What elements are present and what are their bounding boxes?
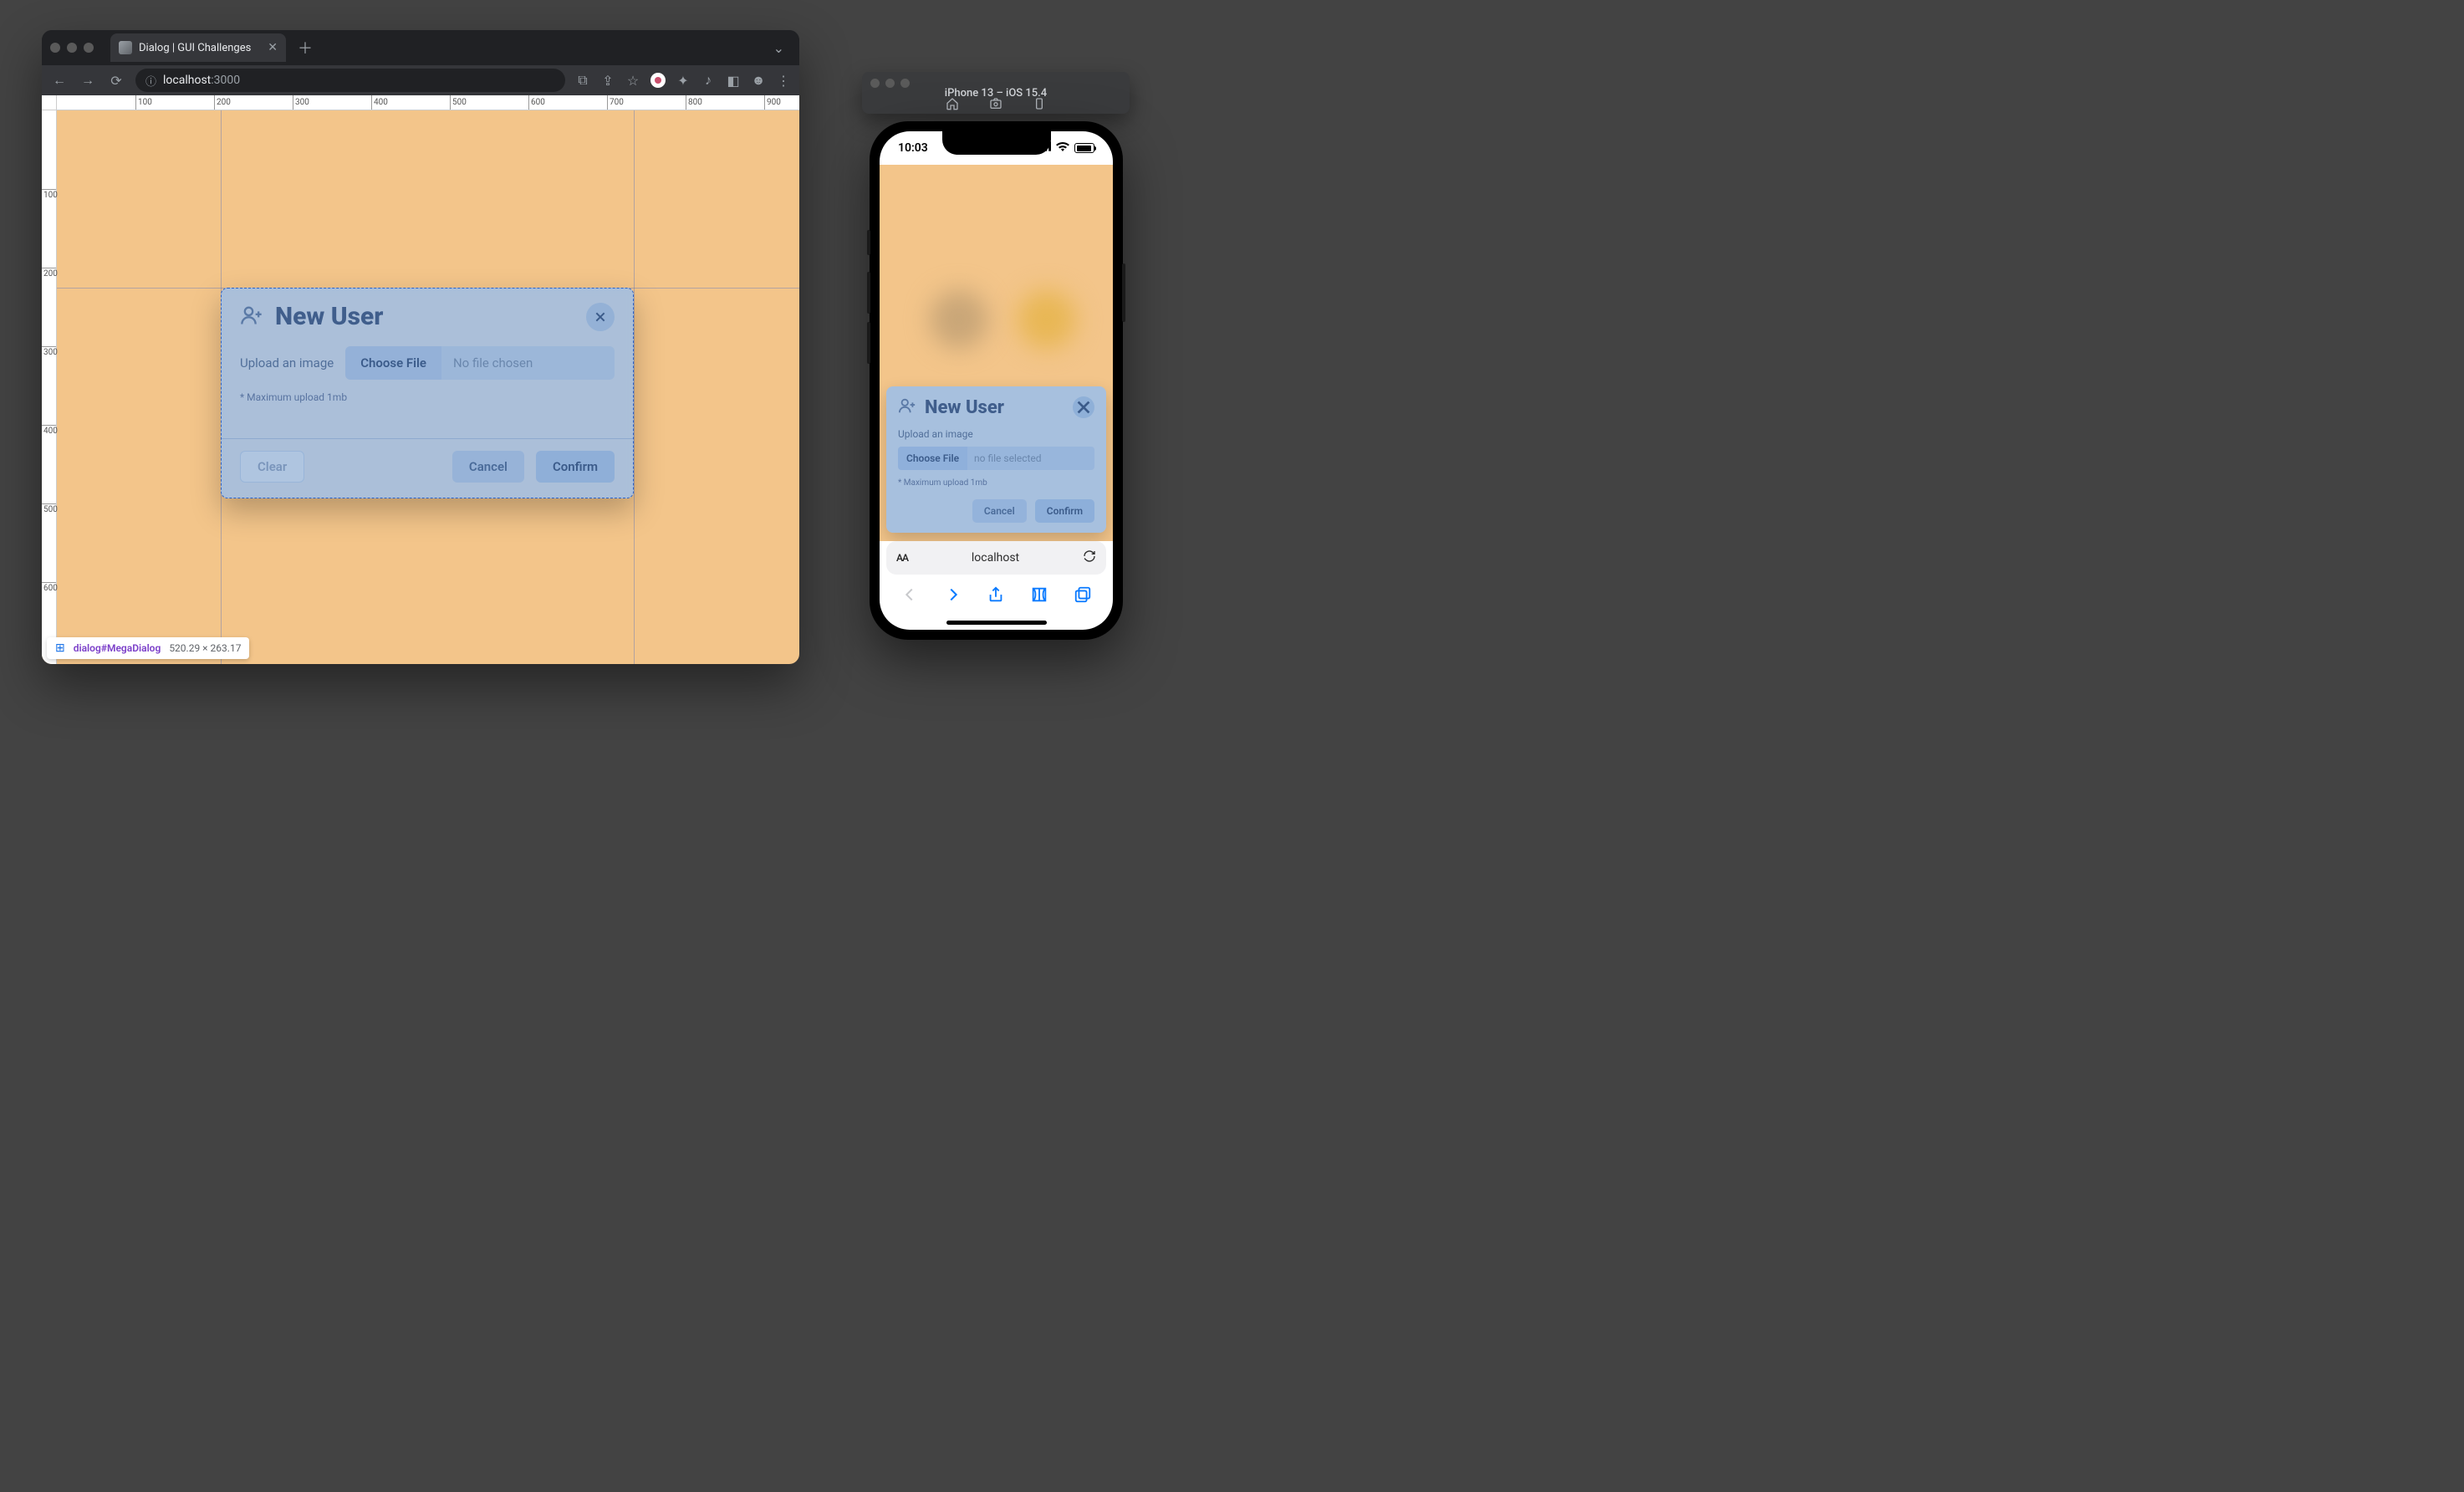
blur-blob	[1018, 290, 1076, 349]
dialog-close-button[interactable]	[586, 303, 615, 331]
side-button	[867, 230, 870, 255]
mobile-dialog-title: New User	[925, 397, 1004, 418]
window-controls[interactable]	[50, 43, 94, 53]
extensions-puzzle-icon[interactable]: ✦	[676, 73, 691, 88]
mobile-dialog: New User Upload an image Choose File no …	[886, 386, 1106, 533]
dialog-footer: Clear Cancel Confirm	[222, 438, 633, 498]
sim-max-dot[interactable]	[900, 79, 910, 88]
choose-file-button[interactable]: Choose File	[345, 346, 441, 380]
new-tab-button[interactable]: ＋	[293, 37, 318, 59]
panel-icon[interactable]: ◧	[726, 73, 741, 88]
upload-label: Upload an image	[240, 355, 334, 370]
ruler-horizontal: 100 200 300 400 500 600 700 800 900	[57, 95, 799, 110]
site-info-icon[interactable]: ⓘ	[145, 73, 156, 89]
clear-button[interactable]: Clear	[240, 451, 304, 483]
simulator-titlebar: iPhone 13 – iOS 15.4	[862, 72, 1130, 114]
blur-blob	[930, 290, 988, 349]
address-bar[interactable]: ⓘ localhost:3000	[135, 69, 565, 92]
mega-dialog: New User Upload an image Choose File No …	[221, 288, 634, 498]
mobile-dialog-header: New User	[898, 396, 1094, 418]
url-host: localhost	[163, 74, 211, 87]
safari-viewport: New User Upload an image Choose File no …	[880, 165, 1113, 541]
upload-hint: * Maximum upload 1mb	[240, 391, 615, 403]
cancel-button[interactable]: Cancel	[452, 451, 524, 483]
safari-address-bar[interactable]: AA localhost	[886, 541, 1106, 575]
dialog-header: New User	[222, 289, 633, 343]
safari-bookmarks-icon[interactable]	[1030, 585, 1048, 607]
tab-title: Dialog | GUI Challenges	[139, 42, 251, 54]
mobile-confirm-button[interactable]: Confirm	[1035, 499, 1094, 523]
safari-forward-icon[interactable]	[944, 585, 962, 607]
extension-icon[interactable]	[650, 73, 666, 88]
sim-min-dot[interactable]	[885, 79, 895, 88]
mobile-file-input[interactable]: Choose File no file selected	[898, 447, 1094, 470]
reload-button[interactable]: ⟳	[107, 73, 125, 89]
ruler-corner	[42, 95, 57, 110]
sim-close-dot[interactable]	[870, 79, 880, 88]
back-button[interactable]: ←	[50, 72, 69, 89]
safari-toolbar	[880, 578, 1113, 615]
profile-icon[interactable]: ☻	[751, 73, 766, 88]
ruler-vertical: 100 200 300 400 500 600	[42, 110, 57, 664]
safari-tabs-icon[interactable]	[1074, 585, 1092, 607]
star-icon[interactable]: ☆	[625, 73, 640, 88]
home-icon[interactable]	[946, 97, 959, 110]
battery-icon	[1074, 143, 1094, 153]
max-dot[interactable]	[84, 43, 94, 53]
safari-share-icon[interactable]	[987, 585, 1005, 607]
file-input[interactable]: Choose File No file chosen	[345, 346, 615, 380]
tabs-overflow-icon[interactable]: ⌄	[767, 40, 791, 56]
grid-icon: ⊞	[55, 641, 65, 655]
rotate-icon[interactable]	[1033, 97, 1046, 110]
mobile-upload-label: Upload an image	[898, 428, 1094, 440]
viewport: 100 200 300 400 500 600 700 800 900 100 …	[42, 95, 799, 664]
menu-icon[interactable]: ⋮	[776, 73, 791, 88]
min-dot[interactable]	[67, 43, 77, 53]
devtools-overlay: ⊞ dialog#MegaDialog 520.29 × 263.17	[47, 637, 249, 659]
text-size-icon[interactable]: AA	[896, 552, 908, 564]
devtools-selector: dialog#MegaDialog	[74, 642, 161, 654]
close-dot[interactable]	[50, 43, 60, 53]
devtools-dims: 520.29 × 263.17	[169, 642, 241, 654]
mobile-dialog-close[interactable]	[1073, 396, 1094, 418]
mobile-file-text: no file selected	[967, 447, 1094, 470]
safari-reload-icon[interactable]	[1083, 549, 1096, 566]
home-indicator[interactable]	[880, 615, 1113, 630]
open-external-icon[interactable]: ⧉	[575, 73, 590, 88]
side-button	[867, 322, 870, 364]
guide-line	[634, 110, 635, 664]
media-icon[interactable]: ♪	[701, 73, 716, 88]
chrome-window: Dialog | GUI Challenges ✕ ＋ ⌄ ← → ⟳ ⓘ lo…	[42, 30, 799, 664]
safari-back-icon[interactable]	[900, 585, 919, 607]
screenshot-icon[interactable]	[989, 97, 1002, 110]
side-button	[1122, 263, 1125, 322]
clock: 10:03	[898, 141, 928, 155]
share-icon[interactable]: ⇪	[600, 73, 615, 88]
confirm-button[interactable]: Confirm	[536, 451, 615, 483]
dialog-body: Upload an image Choose File No file chos…	[222, 343, 633, 410]
favicon	[119, 41, 132, 54]
safari-host: localhost	[908, 551, 1083, 565]
dialog-title: New User	[275, 302, 383, 331]
wifi-icon	[1056, 141, 1069, 155]
user-add-icon	[240, 304, 263, 330]
mobile-choose-file[interactable]: Choose File	[898, 447, 967, 470]
iphone-device: 10:03 New User Upload an image Choose Fi…	[870, 121, 1123, 640]
notch	[942, 131, 1051, 155]
mobile-cancel-button[interactable]: Cancel	[972, 499, 1027, 523]
file-name-text: No file chosen	[441, 346, 615, 380]
mobile-hint: * Maximum upload 1mb	[898, 478, 1094, 488]
url-port: :3000	[211, 74, 240, 87]
side-button	[867, 272, 870, 314]
user-add-icon	[898, 396, 916, 418]
browser-toolbar: ← → ⟳ ⓘ localhost:3000 ⧉ ⇪ ☆ ✦ ♪ ◧ ☻ ⋮	[42, 65, 799, 95]
tab-strip: Dialog | GUI Challenges ✕ ＋ ⌄	[42, 30, 799, 65]
page-canvas: New User Upload an image Choose File No …	[57, 110, 799, 664]
tab-close-icon[interactable]: ✕	[268, 41, 278, 54]
browser-tab[interactable]: Dialog | GUI Challenges ✕	[110, 33, 286, 62]
forward-button[interactable]: →	[79, 72, 97, 89]
phone-screen: 10:03 New User Upload an image Choose Fi…	[880, 131, 1113, 630]
